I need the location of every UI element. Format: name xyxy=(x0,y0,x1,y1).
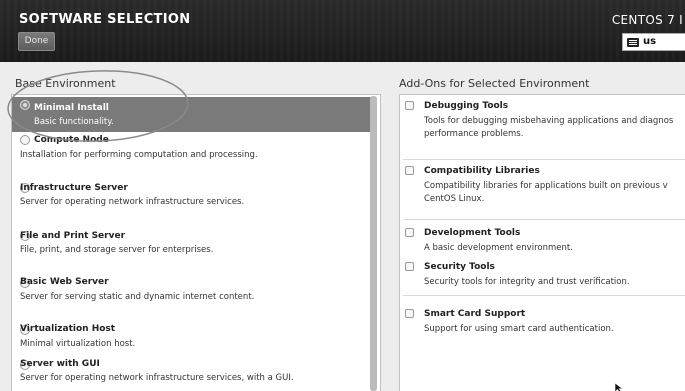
addon-desc-line: Compatibility libraries for applications… xyxy=(424,181,668,191)
addon-desc: Support for using smart card authenticat… xyxy=(424,324,614,334)
addon-name: Development Tools xyxy=(424,228,521,238)
checkbox[interactable] xyxy=(405,166,414,175)
env-item-minimal-install[interactable]: Minimal Install Basic functionality. xyxy=(12,97,371,132)
scrollbar[interactable] xyxy=(370,96,377,391)
header-bar: SOFTWARE SELECTION Done CENTOS 7 I us xyxy=(0,0,685,62)
product-name: CENTOS 7 I xyxy=(611,13,683,27)
addon-name: Security Tools xyxy=(424,262,495,272)
addon-name: Compatibility Libraries xyxy=(424,166,540,176)
addon-desc: Security tools for integrity and trust v… xyxy=(424,277,630,287)
separator xyxy=(403,295,685,296)
page-title: SOFTWARE SELECTION xyxy=(19,12,191,27)
env-item-name: Compute Node xyxy=(34,135,109,145)
env-item-desc: Installation for performing computation … xyxy=(20,150,258,160)
addon-desc-line: CentOS Linux. xyxy=(424,194,485,204)
addons-heading: Add-Ons for Selected Environment xyxy=(399,77,590,90)
env-item-name: File and Print Server xyxy=(20,231,126,241)
addon-desc: A basic development environment. xyxy=(424,243,573,253)
addon-desc-line: Tools for debugging misbehaving applicat… xyxy=(424,116,674,126)
addons-list: Debugging Tools Tools for debugging misb… xyxy=(399,94,685,391)
keyboard-layout-label: us xyxy=(643,36,657,47)
env-item-name: Server with GUI xyxy=(20,359,100,369)
env-item-name: Infrastructure Server xyxy=(20,183,128,193)
separator xyxy=(403,159,685,160)
done-button[interactable]: Done xyxy=(18,32,55,51)
env-item-desc: Basic functionality. xyxy=(34,117,114,127)
radio-button[interactable] xyxy=(20,135,30,145)
env-item-name: Virtualization Host xyxy=(20,324,116,334)
radio-button[interactable] xyxy=(20,100,30,110)
keyboard-layout-button[interactable]: us xyxy=(622,33,685,51)
addon-desc-line: performance problems. xyxy=(424,129,524,139)
base-environment-heading: Base Environment xyxy=(15,77,116,90)
mouse-cursor-icon xyxy=(615,383,624,391)
env-item-desc: Minimal virtualization host. xyxy=(20,339,136,349)
checkbox[interactable] xyxy=(405,228,414,237)
env-item-desc: Server for operating network infrastruct… xyxy=(20,373,294,383)
checkbox[interactable] xyxy=(405,309,414,318)
keyboard-icon xyxy=(627,38,639,47)
env-item-name: Minimal Install xyxy=(34,103,109,113)
separator xyxy=(403,219,685,220)
checkbox[interactable] xyxy=(405,262,414,271)
addon-name: Debugging Tools xyxy=(424,101,509,111)
env-item-desc: Server for operating network infrastruct… xyxy=(20,197,245,207)
env-item-desc: Server for serving static and dynamic in… xyxy=(20,292,255,302)
addon-desc: Tools for debugging misbehaving applicat… xyxy=(424,115,673,141)
env-item-name: Basic Web Server xyxy=(20,277,109,287)
addon-name: Smart Card Support xyxy=(424,309,526,319)
base-environment-list: Minimal Install Basic functionality. Com… xyxy=(11,94,381,391)
addon-desc: Compatibility libraries for applications… xyxy=(424,180,668,206)
env-item-desc: File, print, and storage server for ente… xyxy=(20,245,214,255)
checkbox[interactable] xyxy=(405,101,414,110)
